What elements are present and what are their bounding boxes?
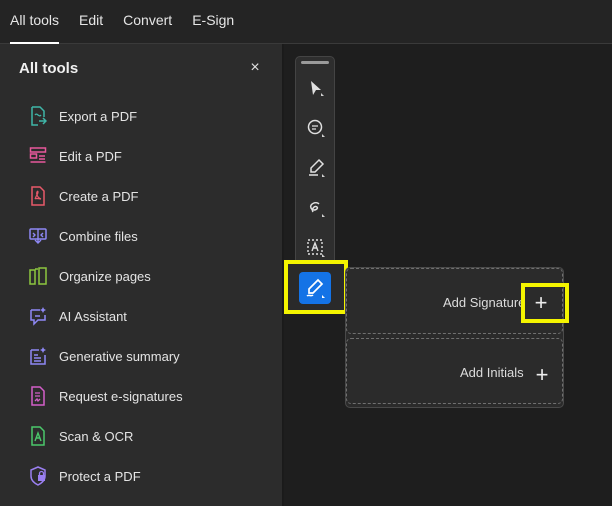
- sign-options-popover: Add Signature + Add Initials +: [345, 267, 564, 408]
- tool-generative-summary[interactable]: Generative summary: [0, 336, 283, 376]
- add-signature-label: Add Signature: [443, 295, 526, 310]
- tool-label: Generative summary: [59, 348, 180, 364]
- organize-pages-icon: [29, 266, 47, 286]
- close-icon[interactable]: ×: [246, 59, 264, 77]
- all-tools-panel: All tools × Export a PDF Edit a PDF Crea…: [0, 44, 283, 506]
- scan-ocr-icon: [29, 426, 47, 446]
- add-signature-button[interactable]: Add Signature +: [346, 268, 563, 334]
- tool-label: AI Assistant: [59, 308, 127, 324]
- ai-assistant-icon: [29, 306, 47, 326]
- tab-esign[interactable]: E-Sign: [182, 0, 244, 44]
- toolbar-grip-handle[interactable]: [301, 61, 329, 64]
- tool-label: Combine files: [59, 228, 138, 244]
- add-initials-button[interactable]: Add Initials +: [346, 338, 563, 404]
- plus-icon[interactable]: +: [531, 292, 551, 314]
- plus-icon[interactable]: +: [532, 364, 552, 386]
- generative-summary-icon: [29, 346, 47, 366]
- tool-ai-assistant[interactable]: AI Assistant: [0, 296, 283, 336]
- add-initials-label: Add Initials: [460, 365, 524, 380]
- request-esignatures-icon: [29, 386, 47, 406]
- tab-all-tools[interactable]: All tools: [0, 0, 69, 44]
- tool-label: Scan & OCR: [59, 428, 134, 444]
- text-box-icon[interactable]: [305, 237, 327, 259]
- create-pdf-icon: [29, 186, 47, 206]
- export-pdf-icon: [29, 106, 47, 126]
- freehand-draw-icon[interactable]: [305, 197, 327, 219]
- tool-scan-ocr[interactable]: Scan & OCR: [0, 416, 283, 456]
- tool-list: Export a PDF Edit a PDF Create a PDF Com…: [0, 96, 283, 496]
- top-menu-bar: All tools Edit Convert E-Sign: [0, 0, 612, 44]
- tool-label: Request e-signatures: [59, 388, 183, 404]
- combine-files-icon: [29, 226, 47, 246]
- tool-create-pdf[interactable]: Create a PDF: [0, 176, 283, 216]
- comment-icon[interactable]: [305, 117, 327, 139]
- select-arrow-icon[interactable]: [305, 77, 327, 99]
- protect-pdf-icon: [29, 466, 47, 486]
- tool-organize-pages[interactable]: Organize pages: [0, 256, 283, 296]
- tool-protect-pdf[interactable]: Protect a PDF: [0, 456, 283, 496]
- tool-request-esignatures[interactable]: Request e-signatures: [0, 376, 283, 416]
- tool-label: Organize pages: [59, 268, 151, 284]
- panel-title: All tools: [19, 60, 79, 77]
- tool-combine-files[interactable]: Combine files: [0, 216, 283, 256]
- tool-label: Export a PDF: [59, 108, 138, 124]
- quick-tools-toolbar: [295, 56, 335, 276]
- tool-export-pdf[interactable]: Export a PDF: [0, 96, 283, 136]
- edit-pdf-icon: [29, 146, 47, 166]
- highlight-pen-icon[interactable]: [305, 157, 327, 179]
- tool-label: Protect a PDF: [59, 468, 141, 484]
- tab-edit[interactable]: Edit: [69, 0, 113, 44]
- tool-label: Edit a PDF: [59, 148, 122, 164]
- tab-convert[interactable]: Convert: [113, 0, 182, 44]
- sign-pen-icon[interactable]: [299, 272, 331, 304]
- tool-label: Create a PDF: [59, 188, 139, 204]
- tool-edit-pdf[interactable]: Edit a PDF: [0, 136, 283, 176]
